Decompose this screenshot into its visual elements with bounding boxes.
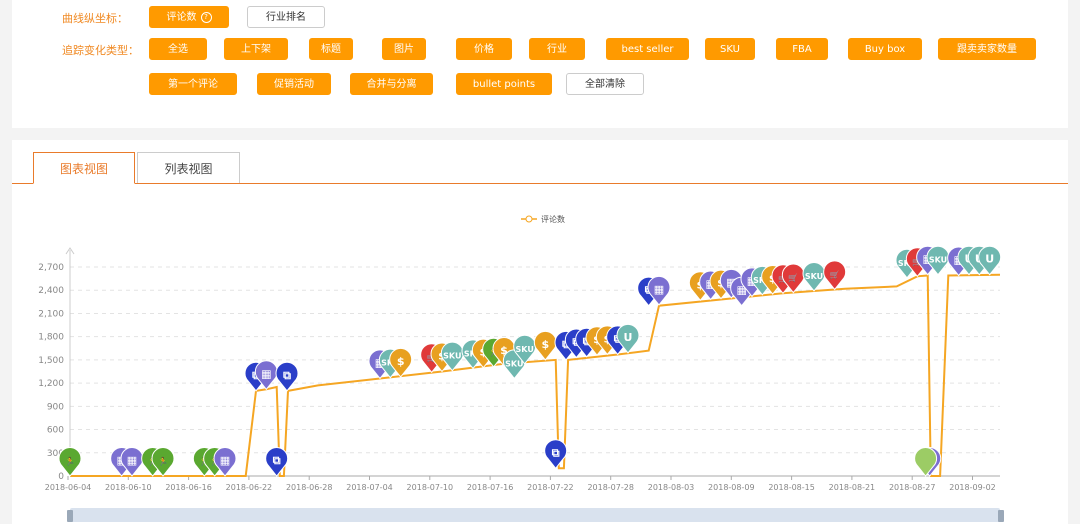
pin-icon: $ (397, 355, 405, 368)
pin-icon: SKU (805, 272, 823, 281)
x-tick-label: 2018-06-22 (226, 483, 273, 492)
pin-icon: SKU (516, 345, 534, 354)
event-pin-merge-split[interactable]: ⧉ (275, 361, 299, 392)
x-tick-label: 2018-06-10 (105, 483, 152, 492)
x-tick-label: 2018-08-15 (768, 483, 815, 492)
event-pin-buy-box[interactable]: 🛒 (823, 260, 847, 291)
zoom-handle-left[interactable] (67, 510, 73, 522)
tab-chart-view[interactable]: 图表视图 (33, 152, 135, 184)
event-pin-price[interactable]: $ (533, 330, 557, 361)
zoom-handle-right[interactable] (998, 510, 1004, 522)
pin-icon: ⧉ (552, 446, 560, 459)
legend-label: 评论数 (541, 214, 565, 224)
x-tick-label: 2018-06-04 (45, 483, 92, 492)
pin-icon: ▦ (654, 283, 664, 296)
pin-icon: SKU (929, 256, 947, 265)
pin-icon: $ (542, 338, 550, 351)
y-tick-label: 2,400 (38, 286, 64, 296)
pin-icon: U (624, 331, 633, 344)
y-tick-label: 1,200 (38, 379, 64, 389)
zoom-scrollbar-track (70, 508, 1000, 522)
x-tick-label: 2018-06-28 (286, 483, 333, 492)
pin-icon: U (985, 253, 994, 266)
series-line (70, 273, 1001, 477)
x-tick-label: 2018-08-09 (708, 483, 755, 492)
event-pin-sku[interactable]: SKU (802, 262, 826, 292)
y-tick-label: 1,800 (38, 333, 64, 343)
x-tick-label: 2018-07-04 (346, 483, 393, 492)
y-tick-label: 900 (47, 402, 64, 412)
y-tick-label: 0 (58, 472, 64, 482)
y-tick-label: 600 (47, 426, 64, 436)
pin-icon: ▦ (127, 454, 137, 467)
x-tick-label: 2018-07-28 (587, 483, 634, 492)
review-count-chart: 03006009001,2001,5001,8002,1002,4002,700… (38, 214, 1004, 522)
x-tick-label: 2018-06-16 (165, 483, 212, 492)
x-tick-label: 2018-08-27 (889, 483, 936, 492)
pin-icon: 🛒 (788, 273, 798, 283)
pin-icon: 🏃 (65, 456, 75, 466)
y-tick-label: 2,700 (38, 263, 64, 273)
x-tick-label: 2018-07-10 (407, 483, 454, 492)
pin-icon: 🏃 (158, 456, 168, 466)
pin-icon: ⧉ (283, 369, 291, 382)
x-tick-label: 2018-07-22 (527, 483, 574, 492)
pin-icon: 🛒 (830, 269, 840, 279)
legend-marker (525, 215, 533, 223)
x-tick-label: 2018-07-16 (467, 483, 514, 492)
x-tick-label: 2018-09-02 (949, 483, 996, 492)
pin-icon: ⧉ (273, 454, 281, 467)
pin-icon: ▦ (261, 367, 271, 380)
x-tick-label: 2018-08-03 (648, 483, 695, 492)
pin-icon: SKU (443, 352, 461, 361)
y-tick-label: 2,100 (38, 309, 64, 319)
pin-icon: ▦ (220, 454, 230, 467)
pin-icon: SKU (505, 359, 523, 368)
x-tick-label: 2018-08-21 (829, 483, 876, 492)
y-tick-label: 1,500 (38, 356, 64, 366)
